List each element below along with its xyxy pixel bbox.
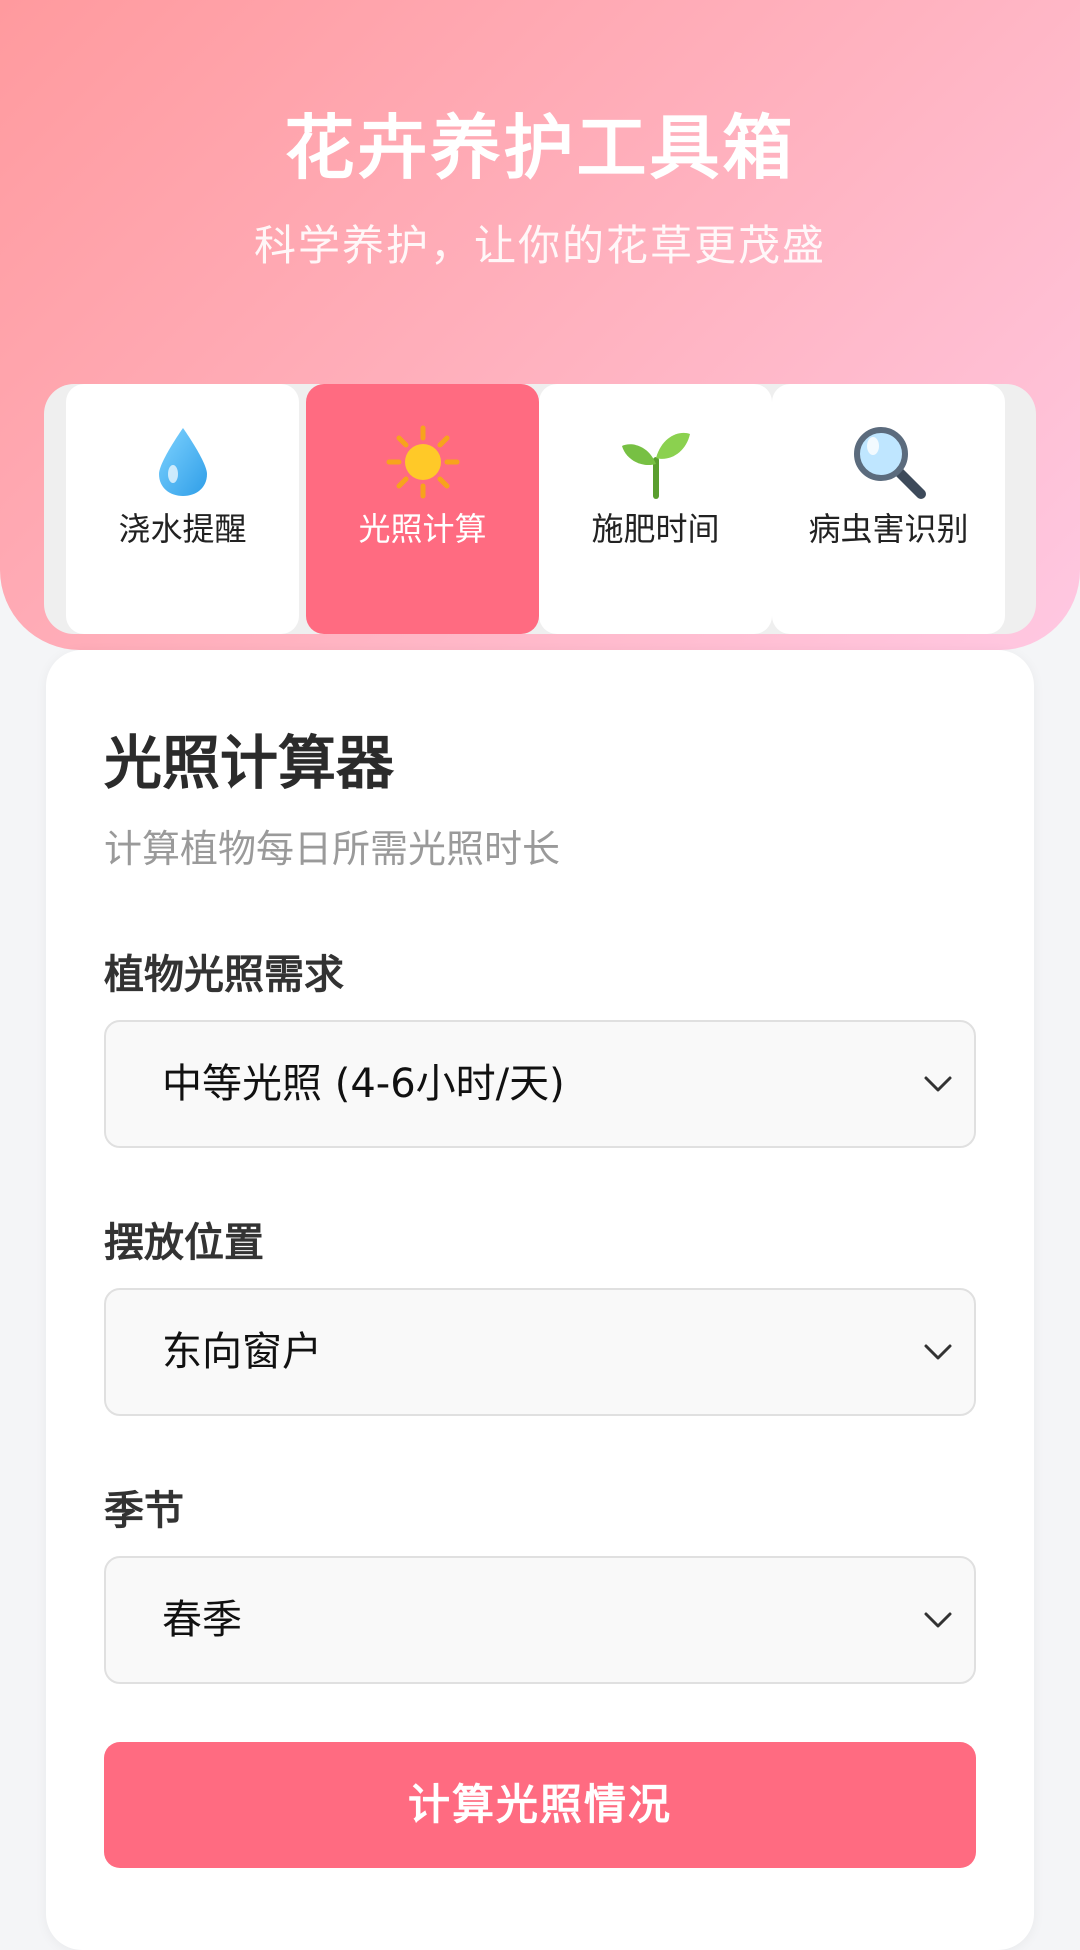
water-drop-icon <box>66 422 299 502</box>
tab-label: 施肥时间 <box>591 510 720 548</box>
chevron-down-icon <box>924 1612 952 1628</box>
placement-select[interactable]: 东向窗户 <box>104 1288 976 1416</box>
light-requirement-select[interactable]: 中等光照 (4-6小时/天) <box>104 1020 976 1148</box>
tab-label: 病虫害识别 <box>808 510 969 548</box>
chevron-down-icon <box>924 1076 952 1092</box>
select-value: 东向窗户 <box>162 1329 322 1375</box>
magnifier-icon <box>772 422 1005 502</box>
season-select[interactable]: 春季 <box>104 1556 976 1684</box>
tool-tabs: 浇水提醒 光照计算 施肥时间 病虫害识别 <box>44 384 1036 634</box>
tab-watering-reminder[interactable]: 浇水提醒 <box>66 384 299 634</box>
seedling-icon <box>539 422 772 502</box>
placement-label: 摆放位置 <box>104 1220 264 1266</box>
tab-fertilizing-time[interactable]: 施肥时间 <box>539 384 772 634</box>
light-calculator-card: 光照计算器 计算植物每日所需光照时长 植物光照需求 中等光照 (4-6小时/天)… <box>46 650 1034 1950</box>
season-label: 季节 <box>104 1488 184 1534</box>
app-subtitle: 科学养护，让你的花草更茂盛 <box>253 221 826 270</box>
card-title: 光照计算器 <box>104 729 395 797</box>
select-value: 春季 <box>162 1597 242 1643</box>
calculate-light-button[interactable]: 计算光照情况 <box>104 1742 976 1868</box>
tab-label: 浇水提醒 <box>118 510 247 548</box>
app-title: 花卉养护工具箱 <box>284 107 796 189</box>
light-requirement-label: 植物光照需求 <box>104 952 344 998</box>
chevron-down-icon <box>924 1344 952 1360</box>
tab-light-calculation[interactable]: 光照计算 <box>306 384 539 634</box>
sun-icon <box>306 422 539 502</box>
card-subtitle: 计算植物每日所需光照时长 <box>104 827 561 871</box>
tab-pest-identification[interactable]: 病虫害识别 <box>772 384 1005 634</box>
select-value: 中等光照 (4-6小时/天) <box>162 1061 565 1107</box>
tab-label: 光照计算 <box>358 510 487 548</box>
